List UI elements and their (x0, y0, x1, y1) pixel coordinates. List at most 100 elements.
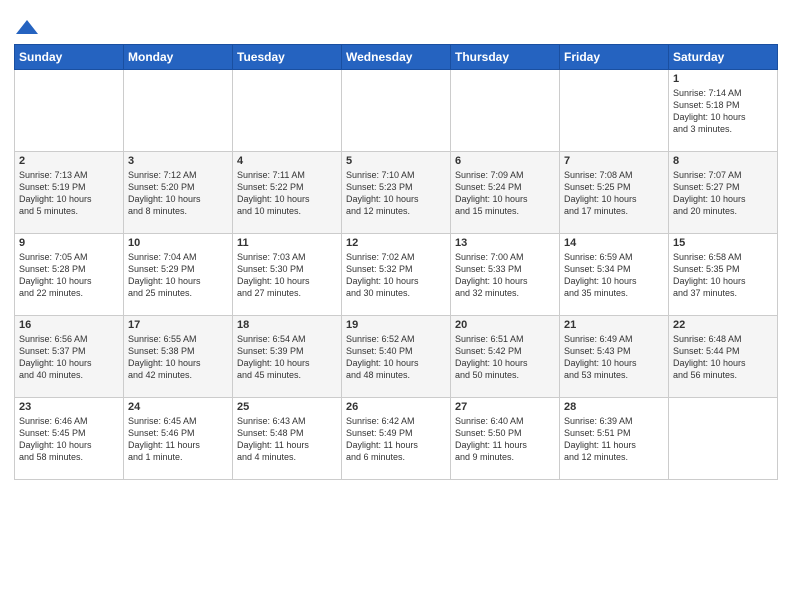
day-number: 26 (346, 401, 446, 413)
day-info: Sunrise: 7:08 AM Sunset: 5:25 PM Dayligh… (564, 169, 664, 218)
day-info: Sunrise: 7:11 AM Sunset: 5:22 PM Dayligh… (237, 169, 337, 218)
weekday-header: Saturday (669, 45, 778, 70)
day-info: Sunrise: 6:56 AM Sunset: 5:37 PM Dayligh… (19, 333, 119, 382)
logo (14, 14, 38, 38)
day-number: 25 (237, 401, 337, 413)
calendar-cell: 25 Sunrise: 6:43 AM Sunset: 5:48 PM Dayli… (233, 398, 342, 480)
day-info: Sunrise: 6:43 AM Sunset: 5:48 PM Dayligh… (237, 415, 337, 464)
day-number: 21 (564, 319, 664, 331)
calendar-cell: 9 Sunrise: 7:05 AM Sunset: 5:28 PM Daylig… (15, 234, 124, 316)
calendar-cell: 1 Sunrise: 7:14 AM Sunset: 5:18 PM Daylig… (669, 70, 778, 152)
day-number: 1 (673, 73, 773, 85)
header (14, 10, 778, 38)
calendar-cell: 12Sunrise: 7:02 AM Sunset: 5:32 PM Dayli… (342, 234, 451, 316)
day-info: Sunrise: 6:42 AM Sunset: 5:49 PM Dayligh… (346, 415, 446, 464)
day-number: 8 (673, 155, 773, 167)
calendar-week-row: 23 Sunrise: 6:46 AM Sunset: 5:45 PM Dayli… (15, 398, 778, 480)
day-number: 22 (673, 319, 773, 331)
day-number: 23 (19, 401, 119, 413)
day-info: Sunrise: 6:48 AM Sunset: 5:44 PM Dayligh… (673, 333, 773, 382)
calendar-week-row: 9 Sunrise: 7:05 AM Sunset: 5:28 PM Daylig… (15, 234, 778, 316)
day-number: 2 (19, 155, 119, 167)
day-number: 7 (564, 155, 664, 167)
calendar-cell: 20 Sunrise: 6:51 AM Sunset: 5:42 PM Dayli… (451, 316, 560, 398)
day-number: 20 (455, 319, 555, 331)
calendar-cell: 18 Sunrise: 6:54 AM Sunset: 5:39 PM Dayli… (233, 316, 342, 398)
day-number: 11 (237, 237, 337, 249)
calendar-cell: 21 Sunrise: 6:49 AM Sunset: 5:43 PM Dayli… (560, 316, 669, 398)
calendar-cell: 6Sunrise: 7:09 AM Sunset: 5:24 PM Daylig… (451, 152, 560, 234)
calendar-cell (233, 70, 342, 152)
day-info: Sunrise: 6:39 AM Sunset: 5:51 PM Dayligh… (564, 415, 664, 464)
weekday-header: Wednesday (342, 45, 451, 70)
day-info: Sunrise: 7:07 AM Sunset: 5:27 PM Dayligh… (673, 169, 773, 218)
calendar-cell: 10 Sunrise: 7:04 AM Sunset: 5:29 PM Dayli… (124, 234, 233, 316)
day-number: 3 (128, 155, 228, 167)
calendar-header-row: SundayMondayTuesdayWednesdayThursdayFrid… (15, 45, 778, 70)
calendar-cell: 26 Sunrise: 6:42 AM Sunset: 5:49 PM Dayli… (342, 398, 451, 480)
day-number: 5 (346, 155, 446, 167)
calendar-cell (15, 70, 124, 152)
calendar-cell: 2 Sunrise: 7:13 AM Sunset: 5:19 PM Daylig… (15, 152, 124, 234)
calendar-week-row: 16 Sunrise: 6:56 AM Sunset: 5:37 PM Dayli… (15, 316, 778, 398)
calendar-cell: 14 Sunrise: 6:59 AM Sunset: 5:34 PM Dayli… (560, 234, 669, 316)
day-info: Sunrise: 6:46 AM Sunset: 5:45 PM Dayligh… (19, 415, 119, 464)
day-info: Sunrise: 7:05 AM Sunset: 5:28 PM Dayligh… (19, 251, 119, 300)
day-number: 14 (564, 237, 664, 249)
calendar-cell: 27 Sunrise: 6:40 AM Sunset: 5:50 PM Dayli… (451, 398, 560, 480)
day-number: 16 (19, 319, 119, 331)
day-number: 10 (128, 237, 228, 249)
day-number: 15 (673, 237, 773, 249)
day-number: 19 (346, 319, 446, 331)
calendar-cell: 15 Sunrise: 6:58 AM Sunset: 5:35 PM Dayli… (669, 234, 778, 316)
calendar-cell: 8 Sunrise: 7:07 AM Sunset: 5:27 PM Daylig… (669, 152, 778, 234)
day-info: Sunrise: 7:02 AM Sunset: 5:32 PM Dayligh… (346, 251, 446, 300)
calendar-cell (560, 70, 669, 152)
calendar-cell: 28 Sunrise: 6:39 AM Sunset: 5:51 PM Dayli… (560, 398, 669, 480)
day-info: Sunrise: 7:04 AM Sunset: 5:29 PM Dayligh… (128, 251, 228, 300)
day-info: Sunrise: 7:00 AM Sunset: 5:33 PM Dayligh… (455, 251, 555, 300)
calendar-cell: 16 Sunrise: 6:56 AM Sunset: 5:37 PM Dayli… (15, 316, 124, 398)
day-info: Sunrise: 7:12 AM Sunset: 5:20 PM Dayligh… (128, 169, 228, 218)
day-info: Sunrise: 6:55 AM Sunset: 5:38 PM Dayligh… (128, 333, 228, 382)
day-number: 27 (455, 401, 555, 413)
day-info: Sunrise: 6:54 AM Sunset: 5:39 PM Dayligh… (237, 333, 337, 382)
day-info: Sunrise: 6:52 AM Sunset: 5:40 PM Dayligh… (346, 333, 446, 382)
day-info: Sunrise: 7:14 AM Sunset: 5:18 PM Dayligh… (673, 87, 773, 136)
weekday-header: Thursday (451, 45, 560, 70)
day-number: 17 (128, 319, 228, 331)
calendar-cell (451, 70, 560, 152)
logo-icon (16, 16, 38, 38)
day-info: Sunrise: 7:13 AM Sunset: 5:19 PM Dayligh… (19, 169, 119, 218)
day-number: 4 (237, 155, 337, 167)
weekday-header: Monday (124, 45, 233, 70)
day-info: Sunrise: 6:49 AM Sunset: 5:43 PM Dayligh… (564, 333, 664, 382)
day-info: Sunrise: 6:40 AM Sunset: 5:50 PM Dayligh… (455, 415, 555, 464)
day-info: Sunrise: 6:58 AM Sunset: 5:35 PM Dayligh… (673, 251, 773, 300)
day-number: 9 (19, 237, 119, 249)
day-number: 18 (237, 319, 337, 331)
weekday-header: Friday (560, 45, 669, 70)
calendar-cell (342, 70, 451, 152)
calendar-cell: 22 Sunrise: 6:48 AM Sunset: 5:44 PM Dayli… (669, 316, 778, 398)
day-number: 13 (455, 237, 555, 249)
calendar-cell: 3 Sunrise: 7:12 AM Sunset: 5:20 PM Daylig… (124, 152, 233, 234)
calendar-cell: 17 Sunrise: 6:55 AM Sunset: 5:38 PM Dayli… (124, 316, 233, 398)
day-info: Sunrise: 6:51 AM Sunset: 5:42 PM Dayligh… (455, 333, 555, 382)
calendar-cell: 13 Sunrise: 7:00 AM Sunset: 5:33 PM Dayli… (451, 234, 560, 316)
day-number: 6 (455, 155, 555, 167)
day-info: Sunrise: 6:59 AM Sunset: 5:34 PM Dayligh… (564, 251, 664, 300)
calendar-cell (669, 398, 778, 480)
weekday-header: Sunday (15, 45, 124, 70)
calendar-week-row: 1 Sunrise: 7:14 AM Sunset: 5:18 PM Daylig… (15, 70, 778, 152)
day-info: Sunrise: 6:45 AM Sunset: 5:46 PM Dayligh… (128, 415, 228, 464)
calendar-table: SundayMondayTuesdayWednesdayThursdayFrid… (14, 44, 778, 480)
calendar-cell: 5 Sunrise: 7:10 AM Sunset: 5:23 PM Daylig… (342, 152, 451, 234)
day-info: Sunrise: 7:10 AM Sunset: 5:23 PM Dayligh… (346, 169, 446, 218)
day-number: 28 (564, 401, 664, 413)
weekday-header: Tuesday (233, 45, 342, 70)
calendar-cell: 24 Sunrise: 6:45 AM Sunset: 5:46 PM Dayli… (124, 398, 233, 480)
calendar-week-row: 2 Sunrise: 7:13 AM Sunset: 5:19 PM Daylig… (15, 152, 778, 234)
calendar-cell: 7 Sunrise: 7:08 AM Sunset: 5:25 PM Daylig… (560, 152, 669, 234)
day-number: 24 (128, 401, 228, 413)
